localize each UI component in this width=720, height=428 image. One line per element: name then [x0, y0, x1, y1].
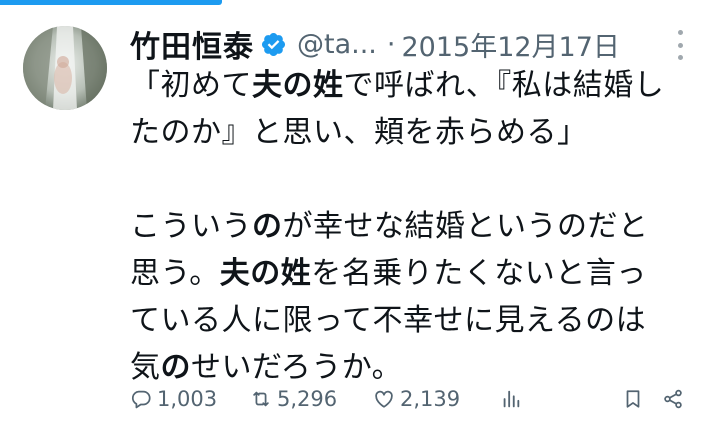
bold-text-segment: 夫の姓 [219, 256, 312, 291]
bookmark-icon [626, 390, 640, 408]
reply-button[interactable]: 1,003 [130, 382, 217, 416]
reply-icon [131, 390, 151, 409]
text-segment: ている人に限って不幸せに見えるのは [130, 303, 647, 338]
like-count: 2,139 [400, 387, 461, 411]
text-segment: 「初めて [130, 68, 252, 103]
views-icon [503, 390, 520, 408]
action-bar: 1,003 5,296 2,139 [130, 382, 690, 416]
avatar-image [23, 26, 107, 110]
text-segment: こういう [130, 209, 252, 244]
share-icon [664, 389, 682, 409]
tweet-paragraph-1: 「初めて夫の姓で呼ばれ、『私は結婚し たのか』と思い、頬を赤らめる」 [130, 62, 702, 156]
like-icon [375, 390, 393, 408]
tweet-paragraph-2: こういうのが幸せな結婚というのだと 思う。夫の姓を名乗りたくないと言っ ている人… [130, 203, 702, 391]
tweet-text: 「初めて夫の姓で呼ばれ、『私は結婚し たのか』と思い、頬を赤らめる」 こういうの… [130, 62, 702, 391]
text-segment: たのか』と思い、頬を赤らめる」 [130, 115, 588, 150]
bookmark-button[interactable] [622, 382, 644, 416]
text-segment: を名乗りたくないと言っ [311, 256, 647, 291]
text-segment: が幸せな結婚というのだと [282, 209, 649, 244]
repost-count: 5,296 [277, 387, 338, 411]
text-segment: せいだろうか。 [191, 350, 403, 385]
views-button[interactable] [500, 382, 522, 416]
header-separator: · [386, 28, 396, 60]
share-button[interactable] [662, 382, 684, 416]
reply-count: 1,003 [157, 387, 218, 411]
bold-text-segment: 夫の姓 [252, 68, 344, 103]
tweet-header: 竹田恒泰 @ta... · 2015年12月17日 [130, 22, 680, 66]
more-vertical-icon[interactable] [672, 30, 688, 60]
avatar[interactable] [23, 26, 107, 110]
tweet-date[interactable]: 2015年12月17日 [401, 25, 619, 64]
text-segment: 思う。 [130, 256, 220, 291]
repost-button[interactable]: 5,296 [250, 382, 337, 416]
bold-text-segment: の [160, 350, 191, 385]
author-handle[interactable]: @ta... [297, 29, 377, 60]
like-button[interactable]: 2,139 [373, 382, 460, 416]
author-name[interactable]: 竹田恒泰 [130, 22, 254, 66]
top-accent-bar [0, 0, 222, 5]
text-segment: で呼ばれ、『私は結婚し [343, 68, 665, 103]
repost-icon [253, 391, 269, 407]
bold-text-segment: の [252, 209, 283, 244]
verified-badge-icon [260, 31, 287, 58]
text-segment: 気 [130, 350, 161, 385]
